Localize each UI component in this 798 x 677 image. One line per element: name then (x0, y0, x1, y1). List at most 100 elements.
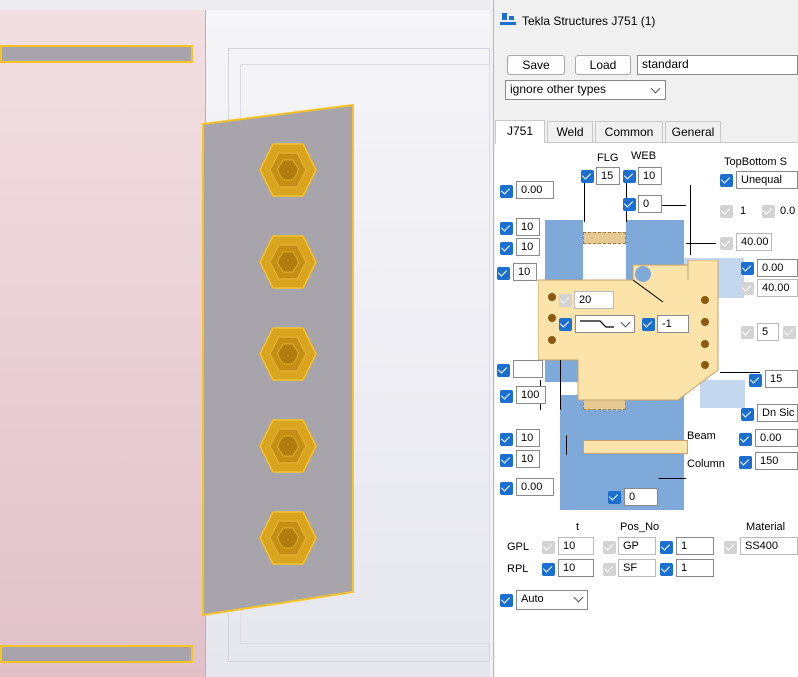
left-10a-checkbox[interactable] (500, 222, 513, 235)
right-15-input[interactable]: 15 (765, 370, 798, 388)
tab-general[interactable]: General (665, 121, 721, 142)
right-000-checkbox[interactable] (739, 433, 752, 446)
gpl-num-checkbox[interactable] (660, 541, 673, 554)
pos-no-header: Pos_No (620, 521, 660, 533)
bottom-flange-highlight[interactable] (0, 645, 193, 663)
right-5-input[interactable]: 40.00 (757, 279, 798, 297)
gpl-t-input[interactable]: 10 (558, 537, 594, 555)
gpl-num-input[interactable]: 1 (676, 537, 714, 555)
flg-input[interactable]: 15 (596, 167, 620, 185)
top-flange-highlight[interactable] (0, 45, 193, 63)
preset-name-input[interactable]: standard (637, 55, 798, 75)
gpl-t-checkbox[interactable] (542, 541, 555, 554)
left-100-checkbox[interactable] (500, 390, 513, 403)
tekla-app-icon (500, 13, 516, 25)
minus1-checkbox[interactable] (642, 318, 655, 331)
mid-top-input[interactable]: 0 (638, 195, 662, 213)
left-10b-checkbox[interactable] (500, 242, 513, 255)
right-15-checkbox[interactable] (749, 374, 762, 387)
left-10c-checkbox[interactable] (497, 267, 510, 280)
gpl-material-input[interactable]: SS400 (740, 537, 798, 555)
auto-select-value: Auto (521, 593, 544, 605)
web-checkbox[interactable] (623, 170, 636, 183)
left-blank-input[interactable] (513, 360, 543, 378)
gpl-pos-checkbox[interactable] (603, 541, 616, 554)
rpl-num-checkbox[interactable] (660, 563, 673, 576)
bolt-head-1[interactable] (258, 140, 318, 200)
inner-20-input[interactable]: 20 (574, 291, 614, 309)
right-5-checkbox[interactable] (741, 282, 754, 295)
top-stiffener-shape (583, 232, 626, 244)
minus1-input[interactable]: -1 (657, 315, 689, 333)
bolt-head-3[interactable] (258, 324, 318, 384)
right-1-checkbox[interactable] (720, 205, 733, 218)
gpl-pos-input[interactable]: GP (618, 537, 656, 555)
inner-20-checkbox[interactable] (559, 294, 572, 307)
dn-side-select[interactable]: Dn Sic (757, 404, 798, 422)
bolt-hex (259, 327, 317, 381)
filter-select[interactable]: ignore other types (505, 80, 666, 100)
bolt-head-2[interactable] (258, 232, 318, 292)
right-2-checkbox[interactable] (762, 205, 775, 218)
bottom-offset-checkbox[interactable] (500, 482, 513, 495)
topbottom-checkbox[interactable] (720, 174, 733, 187)
mid-top-checkbox[interactable] (623, 198, 636, 211)
right-150-input[interactable]: 150 (755, 452, 798, 470)
right-3-checkbox[interactable] (720, 237, 733, 250)
right-000-input[interactable]: 0.00 (755, 429, 798, 447)
bolt-head-5[interactable] (258, 508, 318, 568)
shape-checkbox[interactable] (559, 318, 572, 331)
left-10e-input[interactable]: 10 (516, 450, 540, 468)
rpl-t-checkbox[interactable] (542, 563, 555, 576)
left-100-input[interactable]: 100 (516, 386, 546, 404)
right-5b-checkbox[interactable] (741, 326, 754, 339)
left-10d-checkbox[interactable] (500, 433, 513, 446)
dim-line (584, 182, 585, 222)
rpl-pos-input[interactable]: SF (618, 559, 656, 577)
bottom-plate-shape (583, 440, 688, 454)
right-4-checkbox[interactable] (741, 262, 754, 275)
bolt-hex (259, 235, 317, 289)
left-10b-input[interactable]: 10 (516, 238, 540, 256)
chevron-down-icon (620, 317, 631, 328)
left-10e-checkbox[interactable] (500, 454, 513, 467)
tab-j751[interactable]: J751 (495, 120, 545, 143)
right-3-input[interactable]: 40.00 (736, 233, 772, 251)
right-150-checkbox[interactable] (739, 456, 752, 469)
right-2-value: 0.0 (780, 205, 796, 217)
save-button[interactable]: Save (507, 55, 565, 75)
auto-checkbox[interactable] (500, 594, 513, 607)
left-10d-input[interactable]: 10 (516, 429, 540, 447)
rpl-pos-checkbox[interactable] (603, 563, 616, 576)
top-offset-input[interactable]: 0.00 (516, 181, 554, 199)
web-input[interactable]: 10 (638, 167, 662, 185)
rpl-t-input[interactable]: 10 (558, 559, 594, 577)
tab-weld[interactable]: Weld (547, 121, 593, 142)
load-button[interactable]: Load (575, 55, 631, 75)
right-4-input[interactable]: 0.00 (757, 259, 798, 277)
bottom-0-checkbox[interactable] (608, 491, 621, 504)
bolt-head-4[interactable] (258, 416, 318, 476)
left-10a-input[interactable]: 10 (516, 218, 540, 236)
bottom-0-input[interactable]: 0 (624, 488, 658, 506)
rpl-num-input[interactable]: 1 (676, 559, 714, 577)
left-blank-checkbox[interactable] (497, 364, 510, 377)
bolt-hex (259, 143, 317, 197)
dim-line (686, 243, 716, 244)
auto-select[interactable]: Auto (516, 590, 588, 610)
bottom-offset-input[interactable]: 0.00 (516, 478, 554, 496)
column-body[interactable] (0, 10, 206, 677)
viewport-top-strip (0, 0, 490, 10)
topbottom-select[interactable]: Unequal (736, 171, 798, 189)
right-5b-input[interactable]: 5 (757, 323, 779, 341)
gusset-plate-shape (538, 260, 719, 401)
tab-common[interactable]: Common (595, 121, 663, 142)
top-offset-checkbox[interactable] (500, 185, 513, 198)
flg-checkbox[interactable] (581, 170, 594, 183)
gpl-material-checkbox[interactable] (724, 541, 737, 554)
gpl-label: GPL (507, 541, 530, 553)
left-10c-input[interactable]: 10 (513, 263, 537, 281)
shape-select[interactable] (575, 315, 635, 333)
dn-side-checkbox[interactable] (741, 408, 754, 421)
right-6-checkbox[interactable] (783, 326, 796, 339)
